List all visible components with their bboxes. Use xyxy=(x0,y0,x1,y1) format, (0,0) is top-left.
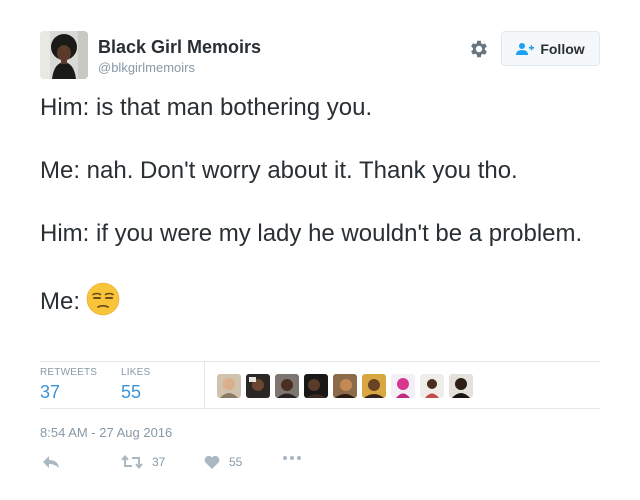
heart-icon xyxy=(204,455,220,469)
retweets-count: 37 xyxy=(40,382,61,402)
likers-avatars xyxy=(217,374,473,398)
tweet-timestamp[interactable]: 8:54 AM - 27 Aug 2016 xyxy=(40,425,172,440)
tweet-line: Me: nah. Don't worry about it. Thank you… xyxy=(40,157,518,184)
tweet-line: Him: is that man bothering you. xyxy=(40,94,373,121)
follow-label: Follow xyxy=(540,40,585,57)
likes-label: LIKES xyxy=(121,367,151,378)
like-button[interactable]: 55 xyxy=(204,455,242,469)
divider xyxy=(40,361,600,362)
tweet-line: Him: if you were my lady he wouldn't be … xyxy=(40,220,583,247)
add-user-icon xyxy=(516,42,535,56)
gear-icon[interactable] xyxy=(468,38,490,60)
profile-handle[interactable]: @blkgirlmemoirs xyxy=(98,60,195,75)
tweet-card: Black Girl Memoirs @blkgirlmemoirs Follo… xyxy=(0,0,640,500)
tweet-text: Him: is that man bothering you. Me: nah.… xyxy=(40,93,600,317)
liker-avatar[interactable] xyxy=(362,374,386,398)
liker-avatar[interactable] xyxy=(246,374,270,398)
liker-avatar[interactable] xyxy=(391,374,415,398)
more-icon xyxy=(282,455,302,461)
liker-avatar[interactable] xyxy=(275,374,299,398)
liker-avatar[interactable] xyxy=(333,374,357,398)
more-button[interactable] xyxy=(282,455,302,461)
profile-avatar[interactable] xyxy=(40,31,88,79)
tweet-line-last: Me: xyxy=(40,282,600,317)
retweet-count: 37 xyxy=(152,455,166,469)
likes-stat[interactable]: LIKES 55 xyxy=(121,367,150,403)
liker-avatar[interactable] xyxy=(304,374,328,398)
like-count: 55 xyxy=(229,455,243,469)
reply-icon xyxy=(42,455,60,469)
profile-name[interactable]: Black Girl Memoirs xyxy=(98,37,261,58)
retweet-icon xyxy=(121,455,143,469)
liker-avatar[interactable] xyxy=(217,374,241,398)
liker-avatar[interactable] xyxy=(449,374,473,398)
divider xyxy=(40,408,600,409)
retweets-label: RETWEETS xyxy=(40,367,98,378)
stats-divider xyxy=(204,362,205,408)
follow-button[interactable]: Follow xyxy=(501,31,600,66)
tweet-line-text: Me: xyxy=(40,288,81,315)
likes-count: 55 xyxy=(121,382,142,402)
reply-button[interactable] xyxy=(42,455,60,469)
unamused-face-icon xyxy=(86,282,120,316)
retweets-stat[interactable]: RETWEETS 37 xyxy=(40,367,97,403)
retweet-button[interactable]: 37 xyxy=(121,455,165,469)
liker-avatar[interactable] xyxy=(420,374,444,398)
